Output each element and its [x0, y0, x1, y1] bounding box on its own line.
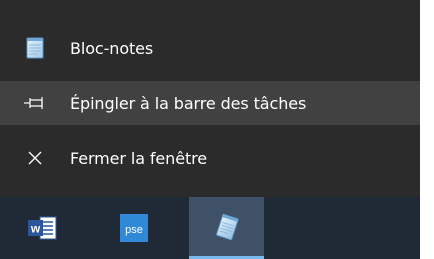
close-icon: [0, 150, 70, 166]
notepad-icon: [0, 36, 70, 60]
taskbar-button-notepad[interactable]: [189, 197, 264, 259]
pin-label: Épingler à la barre des tâches: [70, 93, 307, 113]
photoshop-elements-icon: pse: [120, 214, 148, 242]
app-name-label: Bloc-notes: [70, 38, 154, 58]
taskbar: w pse: [0, 197, 420, 259]
notepad-icon: [215, 213, 239, 241]
jump-list-item-pin-taskbar[interactable]: Épingler à la barre des tâches: [0, 81, 420, 125]
jump-list-item-close-window[interactable]: Fermer la fenêtre: [0, 136, 420, 180]
word-badge: w: [30, 222, 41, 236]
taskbar-button-word[interactable]: w: [8, 197, 76, 259]
close-window-label: Fermer la fenêtre: [70, 148, 208, 168]
pin-icon: [0, 96, 70, 110]
word-icon: w: [28, 216, 57, 240]
taskbar-button-photoshop-elements[interactable]: pse: [100, 197, 168, 259]
pse-badge: pse: [125, 224, 143, 236]
jump-list-item-open-notepad[interactable]: Bloc-notes: [0, 26, 420, 70]
jump-list-menu: Bloc-notes Épingler à la barre des tâche…: [0, 0, 420, 197]
